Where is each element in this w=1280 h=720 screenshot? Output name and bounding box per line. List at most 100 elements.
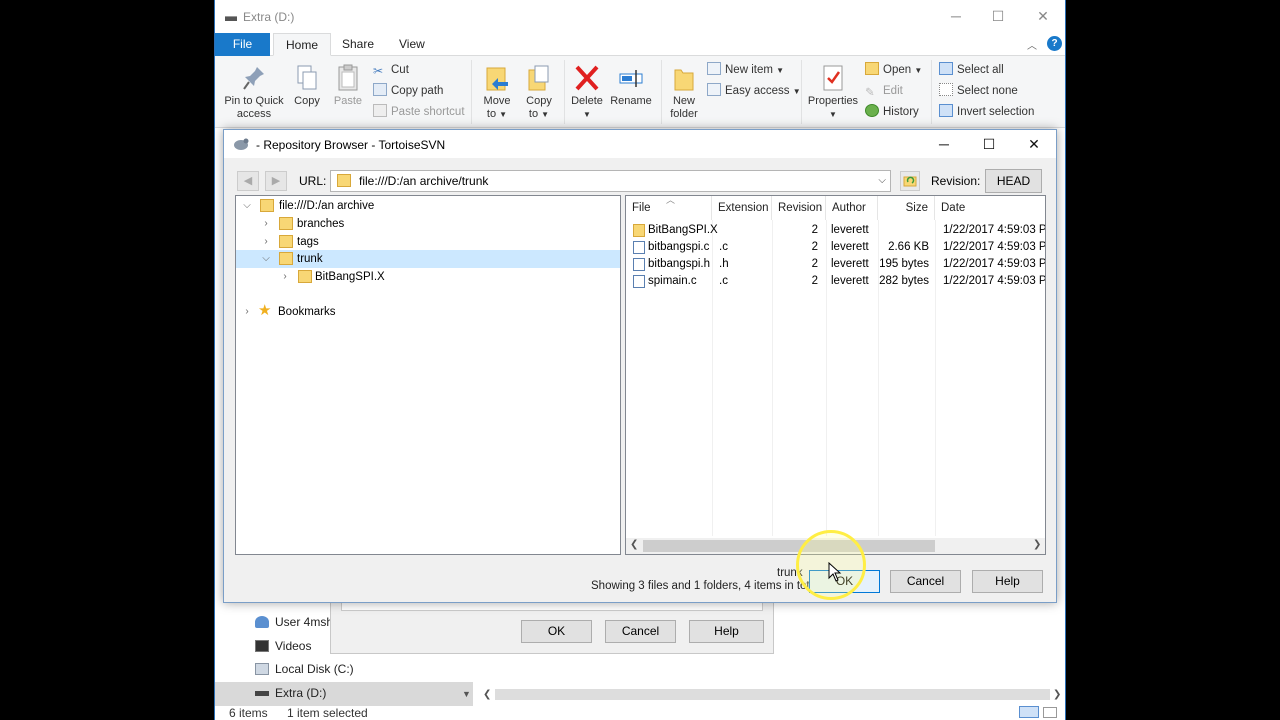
cancel-button[interactable]: Cancel [605,620,676,643]
tab-view[interactable]: View [387,33,437,56]
horizontal-scrollbar[interactable] [495,689,1050,700]
details-view-icon[interactable] [1019,706,1039,718]
item-count: 6 items [229,706,268,720]
folder-icon [279,235,293,248]
tree-node-bitbangspi[interactable]: › BitBangSPI.X [236,268,620,286]
date-cell: 1/22/2017 4:59:03 PM [943,275,1046,287]
history-button[interactable]: History [865,102,919,122]
tree-node-branches[interactable]: › branches [236,215,620,233]
scroll-thumb[interactable] [643,540,935,552]
minimize-icon[interactable]: ─ [948,8,964,24]
refresh-button[interactable] [900,171,920,191]
scroll-right-icon[interactable]: ❯ [1053,689,1061,700]
url-value: file:///D:/an archive/trunk [359,174,489,188]
move-to-button[interactable]: Move to ▼ [477,64,517,121]
back-button[interactable]: ◀ [237,171,259,191]
copy-to-button[interactable]: Copy to ▼ [519,64,559,121]
screen: Extra (D:) ─ ☐ ✕ File Home Share View ︿ … [0,0,1280,720]
delete-x-icon [575,65,599,91]
tree-node-trunk[interactable]: ⌵ trunk [236,250,620,268]
copy-to-dropdown-icon: ▼ [541,110,550,119]
scroll-left-icon[interactable]: ❮ [483,689,491,700]
maximize-icon[interactable]: ☐ [990,8,1006,24]
folder-icon [279,217,293,230]
new-label: New [672,95,695,107]
chevron-down-icon[interactable]: ⌵ [878,171,886,191]
copy-button[interactable]: Copy [289,64,325,108]
history-label: History [883,106,919,118]
chevron-right-icon[interactable]: › [242,303,252,321]
rename-button[interactable]: Rename [609,64,653,108]
edit-icon: ✎ [865,87,875,99]
maximize-icon[interactable]: ☐ [981,136,997,152]
ok-button[interactable]: OK [521,620,592,643]
easy-access-icon [707,83,721,96]
chevron-right-icon[interactable]: › [280,268,290,286]
new-folder-button[interactable]: New folder [665,64,703,121]
new-item-button[interactable]: New item ▼ [707,60,784,80]
copy-path-button[interactable]: Copy path [373,81,443,101]
author-cell: leverett [831,258,869,270]
nav-item-user[interactable]: User 4msh [255,611,333,633]
invert-selection-button[interactable]: Invert selection [939,102,1034,122]
large-icons-view-icon[interactable] [1043,707,1057,718]
scroll-right-icon[interactable]: ❯ [1033,539,1041,550]
delete-button[interactable]: Delete ▼ [567,64,607,121]
nav-item-extra-d[interactable]: Extra (D:) [255,682,326,704]
forward-button[interactable]: ▶ [265,171,287,191]
move-to-icon [486,67,508,91]
cancel-button[interactable]: Cancel [890,570,961,593]
paste-button[interactable]: Paste [329,64,367,108]
revision-button[interactable]: HEAD [985,169,1042,193]
cut-button[interactable]: ✂ Cut [373,60,409,80]
pin-to-quick-access-button[interactable]: Pin to Quick access [221,64,287,121]
tab-home[interactable]: Home [273,33,332,56]
url-input[interactable]: file:///D:/an archive/trunk ⌵ [330,170,891,192]
select-all-button[interactable]: Select all [939,60,1004,80]
easy-access-button[interactable]: Easy access ▼ [707,81,801,101]
scroll-left-icon[interactable]: ❮ [630,539,638,550]
tree-node-root[interactable]: ⌵ file:///D:/an archive [236,197,620,215]
tab-share[interactable]: Share [330,33,386,56]
chevron-down-icon[interactable]: ⌵ [261,250,271,268]
move-to-label: to [486,108,497,120]
open-button[interactable]: Open ▼ [865,60,922,80]
chevron-right-icon[interactable]: › [261,233,271,251]
chevron-right-icon[interactable]: › [261,215,271,233]
nav-item-videos[interactable]: Videos [255,635,311,657]
table-row[interactable]: BitBangSPI.X 2 leverett 1/22/2017 4:59:03 P… [626,222,1045,239]
help-button[interactable]: Help [972,570,1043,593]
repository-tree[interactable]: ⌵ file:///D:/an archive › branches › tag… [235,195,621,555]
paste-shortcut-button[interactable]: Paste shortcut [373,102,465,122]
edit-button[interactable]: ✎ Edit [865,81,903,101]
close-icon[interactable]: ✕ [1026,136,1042,152]
explorer-titlebar[interactable]: Extra (D:) ─ ☐ ✕ [215,0,1065,33]
tab-file[interactable]: File [215,33,270,56]
help-button[interactable]: Help [689,620,764,643]
help-icon[interactable]: ? [1047,36,1062,51]
collapse-ribbon-icon[interactable]: ︿ [1027,37,1037,52]
tree-node-tags[interactable]: › tags [236,233,620,251]
table-row[interactable]: bitbangspi.h .h 2 leverett 195 bytes 1/22/201… [626,256,1045,273]
table-row[interactable]: bitbangspi.c .c 2 leverett 2.66 KB 1/22/2017 … [626,239,1045,256]
chevron-down-icon[interactable]: ⌵ [242,197,252,215]
column-header-date[interactable]: Date [935,196,1045,220]
nav-item-local-disk[interactable]: Local Disk (C:) [255,658,354,680]
column-header-file[interactable]: File [626,196,712,220]
disk-icon [255,663,269,675]
table-row[interactable]: spimain.c .c 2 leverett 282 bytes 1/22/2017 4… [626,273,1045,290]
browse-folder-dialog: OK Cancel Help [330,598,774,654]
repo-titlebar[interactable]: - Repository Browser - TortoiseSVN ─ ☐ ✕ [224,130,1056,158]
column-header-author[interactable]: Author [826,196,878,220]
select-none-button[interactable]: Select none [939,81,1018,101]
minimize-icon[interactable]: ─ [936,136,952,152]
close-icon[interactable]: ✕ [1035,8,1051,24]
nav-scroll-down-icon[interactable]: ▼ [462,689,471,699]
column-header-size[interactable]: Size [878,196,935,220]
file-list[interactable]: ︿ File Extension Revision Author Size Da… [625,195,1046,555]
select-none-label: Select none [957,85,1018,97]
column-header-revision[interactable]: Revision [772,196,826,220]
properties-button[interactable]: Properties ▼ [805,64,861,121]
tree-node-bookmarks[interactable]: › ★ Bookmarks [236,302,620,321]
column-header-extension[interactable]: Extension [712,196,772,220]
